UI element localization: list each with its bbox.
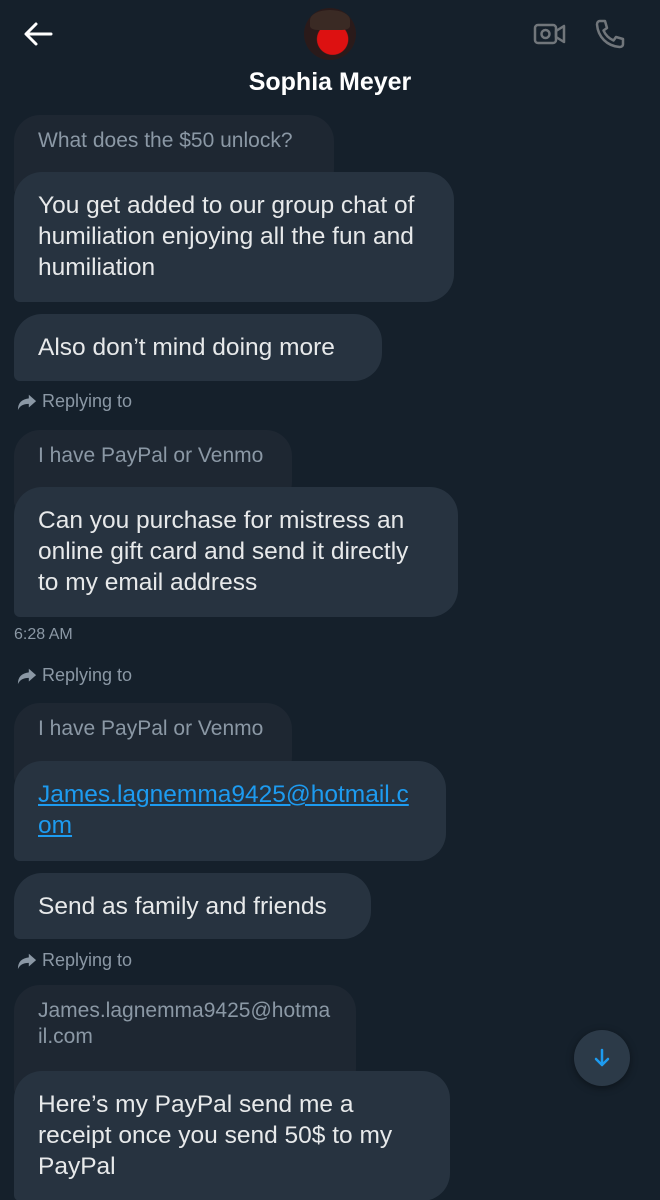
- reply-arrow-icon: [17, 953, 37, 969]
- voice-call-button[interactable]: [592, 16, 628, 52]
- message-text: You get added to our group chat of humil…: [38, 192, 415, 281]
- message-bubble[interactable]: Also don’t mind doing more: [14, 314, 382, 381]
- arrow-down-icon: [594, 1048, 610, 1067]
- message-text: Here’s my PayPal send me a receipt once …: [38, 1091, 393, 1180]
- replying-to-label: Replying to: [16, 950, 132, 971]
- replying-to-label: Replying to: [16, 391, 132, 412]
- message-bubble[interactable]: James.lagnemma9425@hotmail.com: [14, 761, 446, 861]
- message-bubble[interactable]: Can you purchase for mistress an online …: [14, 487, 458, 617]
- message-text: Can you purchase for mistress an online …: [38, 507, 409, 596]
- quoted-message-text: What does the $50 unlock?: [38, 129, 293, 152]
- message-thread: What does the $50 unlock? You get added …: [0, 0, 660, 1200]
- chat-header: Sophia Meyer: [0, 0, 660, 110]
- avatar[interactable]: [304, 8, 356, 60]
- message-text: Send as family and friends: [38, 893, 327, 920]
- scroll-to-bottom-button[interactable]: [574, 1030, 630, 1086]
- message-text: Also don’t mind doing more: [38, 334, 335, 361]
- message-bubble[interactable]: Here’s my PayPal send me a receipt once …: [14, 1071, 450, 1200]
- contact-name[interactable]: Sophia Meyer: [0, 68, 660, 97]
- reply-arrow-icon: [17, 668, 37, 684]
- replying-to-text: Replying to: [42, 391, 133, 411]
- message-bubble[interactable]: You get added to our group chat of humil…: [14, 172, 454, 302]
- phone-icon: [595, 19, 625, 49]
- replying-to-label: Replying to: [16, 665, 132, 686]
- replying-to-text: Replying to: [42, 950, 133, 970]
- back-button[interactable]: [22, 18, 54, 50]
- quoted-message-text: I have PayPal or Venmo: [38, 444, 264, 467]
- message-bubble[interactable]: Send as family and friends: [14, 873, 371, 939]
- quoted-message-text: James.lagnemma9425@hotmail.com: [38, 999, 331, 1048]
- video-call-button[interactable]: [532, 16, 568, 52]
- arrow-left-icon: [24, 22, 53, 46]
- message-timestamp: 6:28 AM: [14, 626, 73, 643]
- avatar-hair: [310, 10, 350, 30]
- reply-arrow-icon: [17, 394, 37, 410]
- quoted-message-text: I have PayPal or Venmo: [38, 717, 264, 740]
- email-link[interactable]: James.lagnemma9425@hotmail.com: [38, 781, 409, 839]
- video-camera-icon: [533, 23, 566, 45]
- replying-to-text: Replying to: [42, 665, 133, 685]
